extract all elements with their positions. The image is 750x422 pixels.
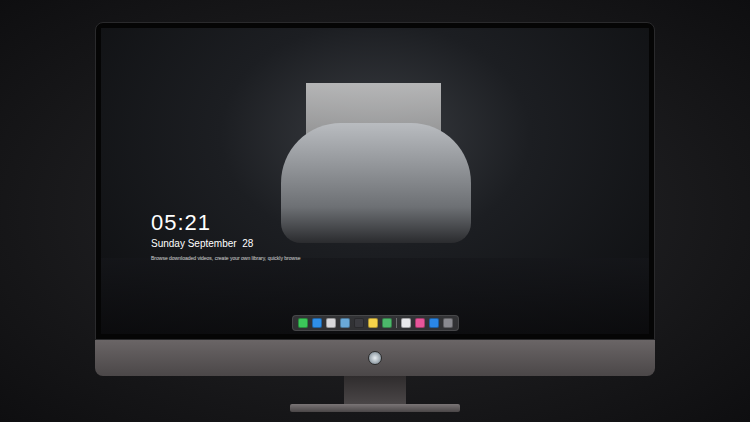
desktop-mockup: 05:21 Sunday September 28 Browse downloade… — [0, 0, 750, 412]
clock-date: Sunday September 28 — [151, 238, 300, 250]
dock-app-icon[interactable] — [340, 318, 350, 328]
monitor-neck — [344, 376, 406, 404]
dock — [292, 315, 459, 331]
dock-app-icon[interactable] — [354, 318, 364, 328]
wallpaper-car — [281, 123, 471, 243]
monitor: 05:21 Sunday September 28 Browse downloade… — [95, 22, 655, 412]
dock-app-icon[interactable] — [298, 318, 308, 328]
dock-app-icon[interactable] — [429, 318, 439, 328]
dock-app-icon[interactable] — [326, 318, 336, 328]
dock-separator — [396, 318, 397, 328]
monitor-base — [290, 404, 460, 412]
brand-logo-icon — [368, 351, 382, 365]
screen: 05:21 Sunday September 28 Browse downloade… — [101, 28, 649, 334]
clock-time: 05:21 — [151, 211, 300, 235]
monitor-chin — [95, 340, 655, 376]
dock-app-icon[interactable] — [382, 318, 392, 328]
lock-notice: Browse downloaded videos, create your ow… — [151, 255, 300, 262]
dock-app-icon[interactable] — [312, 318, 322, 328]
dock-app-icon[interactable] — [368, 318, 378, 328]
dock-app-icon[interactable] — [443, 318, 453, 328]
monitor-bezel: 05:21 Sunday September 28 Browse downloade… — [95, 22, 655, 340]
dock-app-icon[interactable] — [415, 318, 425, 328]
lock-screen-info: 05:21 Sunday September 28 Browse downloade… — [151, 211, 300, 262]
dock-area — [101, 315, 649, 331]
dock-app-icon[interactable] — [401, 318, 411, 328]
